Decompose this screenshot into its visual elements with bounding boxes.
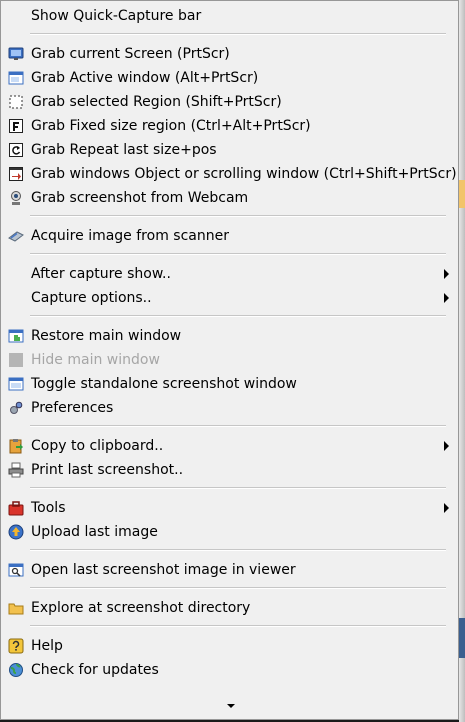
menu-item-label: Show Quick-Capture bar xyxy=(31,8,202,24)
menu-item-label: Grab selected Region (Shift+PrtScr) xyxy=(31,94,282,110)
clipboard-icon xyxy=(9,439,23,454)
menu-item-label: Check for updates xyxy=(31,662,159,678)
fixed-size-icon xyxy=(9,119,23,133)
submenu-arrow-icon xyxy=(444,269,449,279)
help-icon xyxy=(8,638,24,654)
menu-item-help[interactable]: Help xyxy=(2,634,457,658)
monitor-icon xyxy=(8,47,24,60)
menu-item-capture-options[interactable]: Capture options.. xyxy=(2,286,457,310)
menu-item-check-for-updates[interactable]: Check for updates xyxy=(2,658,457,682)
menu-item-label: Grab Fixed size region (Ctrl+Alt+PrtScr) xyxy=(31,118,311,134)
menu-item-tools[interactable]: Tools xyxy=(2,496,457,520)
restore-window-icon xyxy=(8,329,24,343)
submenu-arrow-icon xyxy=(444,503,449,513)
repeat-icon xyxy=(9,143,23,157)
menu-item-grab-fixed-size-region[interactable]: Grab Fixed size region (Ctrl+Alt+PrtScr) xyxy=(2,114,457,138)
menu-item-grab-selected-region[interactable]: Grab selected Region (Shift+PrtScr) xyxy=(2,90,457,114)
window-icon xyxy=(8,71,24,85)
menu-item-label: Upload last image xyxy=(31,524,158,540)
submenu-arrow-icon xyxy=(444,441,449,451)
menu-item-grab-active-window[interactable]: Grab Active window (Alt+PrtScr) xyxy=(2,66,457,90)
menu-item-toggle-standalone-window[interactable]: Toggle standalone screenshot window xyxy=(2,372,457,396)
scanner-icon xyxy=(8,231,24,242)
menu-item-upload-last-image[interactable]: Upload last image xyxy=(2,520,457,544)
menu-item-label: Grab Repeat last size+pos xyxy=(31,142,217,158)
menu-separator xyxy=(30,215,446,217)
menu-separator xyxy=(30,425,446,427)
menu-separator xyxy=(30,587,446,589)
menu-item-copy-to-clipboard[interactable]: Copy to clipboard.. xyxy=(2,434,457,458)
menu-item-grab-webcam[interactable]: Grab screenshot from Webcam xyxy=(2,186,457,210)
webcam-icon xyxy=(11,191,21,205)
standalone-window-icon xyxy=(8,377,24,391)
menu-item-label: Copy to clipboard.. xyxy=(31,438,164,454)
menu-separator xyxy=(30,33,446,35)
menu-item-label: Tools xyxy=(31,500,66,516)
menu-item-grab-windows-object[interactable]: Grab windows Object or scrolling window … xyxy=(2,162,457,186)
menu-item-label: Grab current Screen (PrtScr) xyxy=(31,46,230,62)
menu-item-label: Open last screenshot image in viewer xyxy=(31,562,296,578)
menu-item-label: Preferences xyxy=(31,400,114,416)
tray-context-menu: Show Quick-Capture bar Grab current Scre… xyxy=(0,0,459,720)
toolbox-icon xyxy=(8,501,24,516)
menu-item-grab-repeat-last[interactable]: Grab Repeat last size+pos xyxy=(2,138,457,162)
menu-item-preferences[interactable]: Preferences xyxy=(2,396,457,420)
menu-separator xyxy=(30,253,446,255)
menu-item-acquire-scanner[interactable]: Acquire image from scanner xyxy=(2,224,457,248)
dashed-region-icon xyxy=(9,95,23,109)
upload-icon xyxy=(8,524,24,540)
viewer-icon xyxy=(8,563,24,577)
menu-item-label: Restore main window xyxy=(31,328,182,344)
menu-item-label: Hide main window xyxy=(31,352,160,368)
menu-item-after-capture-show[interactable]: After capture show.. xyxy=(2,262,457,286)
menu-item-label: Acquire image from scanner xyxy=(31,228,229,244)
menu-separator xyxy=(30,315,446,317)
menu-item-hide-main-window[interactable]: Hide main window xyxy=(2,348,457,372)
menu-separator xyxy=(30,487,446,489)
menu-item-label: Capture options.. xyxy=(31,290,152,306)
menu-item-restore-main-window[interactable]: Restore main window xyxy=(2,324,457,348)
printer-icon xyxy=(8,462,24,478)
menu-separator xyxy=(30,549,446,551)
menu-item-label: Grab screenshot from Webcam xyxy=(31,190,249,206)
menu-item-label: Help xyxy=(31,638,63,654)
background-window-edge xyxy=(459,0,465,722)
menu-item-label: Explore at screenshot directory xyxy=(31,600,251,616)
submenu-arrow-icon xyxy=(444,293,449,303)
menu-separator xyxy=(30,625,446,627)
menu-item-print-last-screenshot[interactable]: Print last screenshot.. xyxy=(2,458,457,482)
menu-item-label: Toggle standalone screenshot window xyxy=(31,376,297,392)
object-window-icon xyxy=(9,167,23,181)
menu-item-show-quick-capture-bar[interactable]: Show Quick-Capture bar xyxy=(2,4,457,28)
background-accent xyxy=(459,180,465,208)
menu-item-explore-screenshot-directory[interactable]: Explore at screenshot directory xyxy=(2,596,457,620)
folder-icon xyxy=(8,603,24,615)
menu-item-label: Grab windows Object or scrolling window … xyxy=(31,166,457,182)
menu-item-grab-current-screen[interactable]: Grab current Screen (PrtScr) xyxy=(2,42,457,66)
menu-item-label: Print last screenshot.. xyxy=(31,462,184,478)
background-accent xyxy=(459,618,465,658)
hide-window-icon xyxy=(9,353,23,367)
scroll-down-arrow-icon[interactable] xyxy=(227,704,235,708)
menu-item-label: Grab Active window (Alt+PrtScr) xyxy=(31,70,259,86)
menu-item-open-in-viewer[interactable]: Open last screenshot image in viewer xyxy=(2,558,457,582)
preferences-icon xyxy=(10,401,23,414)
update-globe-icon xyxy=(9,663,23,677)
menu-item-label: After capture show.. xyxy=(31,266,171,282)
